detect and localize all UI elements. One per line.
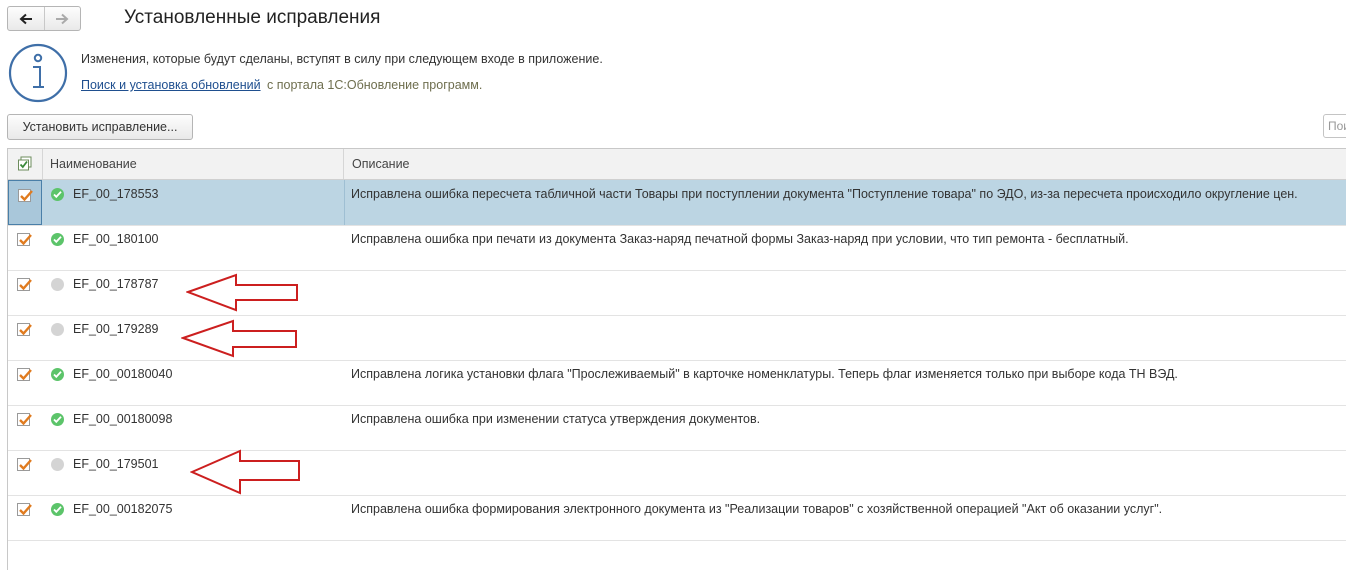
info-message: Изменения, которые будут сделаны, вступя…: [81, 52, 603, 66]
info-link-line: Поиск и установка обновлений с портала 1…: [81, 78, 482, 92]
table-row[interactable]: EF_00_00180098 Исправлена ошибка при изме…: [8, 405, 1346, 451]
table-row[interactable]: EF_00_00180040 Исправлена логика установк…: [8, 360, 1346, 406]
status-ok-icon: [51, 233, 64, 246]
checkmark-icon: [19, 324, 32, 336]
row-checkbox-cell: [8, 315, 42, 360]
row-checkbox[interactable]: [17, 368, 32, 381]
row-checkbox[interactable]: [17, 503, 32, 516]
row-checkbox[interactable]: [17, 458, 32, 471]
row-checkbox[interactable]: [17, 413, 32, 426]
row-checkbox-cell: [8, 405, 42, 450]
row-checkbox[interactable]: [17, 233, 32, 246]
row-checkbox-cell: [8, 495, 42, 540]
cell-separator: [344, 180, 345, 225]
status-inactive-icon: [51, 278, 64, 291]
row-checkbox-cell: [8, 360, 42, 405]
search-input[interactable]: Пои: [1323, 114, 1346, 138]
checkmark-icon: [20, 190, 33, 202]
checkmark-icon: [19, 504, 32, 516]
checkmark-icon: [19, 369, 32, 381]
info-icon: [8, 43, 68, 103]
table-header: Наименование Описание: [8, 149, 1346, 180]
fix-name: EF_00_00180098: [73, 412, 173, 426]
row-checkbox-cell: [8, 225, 42, 270]
forward-button[interactable]: [43, 7, 81, 30]
row-checkbox[interactable]: [17, 323, 32, 336]
fix-description: Исправлена логика установки флага "Просл…: [351, 367, 1178, 381]
fix-name: EF_00_00180040: [73, 367, 173, 381]
check-all-header[interactable]: [8, 149, 43, 179]
table-row[interactable]: EF_00_00182075 Исправлена ошибка формиров…: [8, 495, 1346, 541]
checkmark-icon: [19, 459, 32, 471]
status-ok-icon: [51, 368, 64, 381]
annotation-arrow-icon: [190, 449, 300, 495]
table-row[interactable]: EF_00_178553 Исправлена ошибка пересчета …: [8, 180, 1346, 226]
checkmark-icon: [19, 414, 32, 426]
fix-name: EF_00_179289: [73, 322, 159, 336]
search-updates-link[interactable]: Поиск и установка обновлений: [81, 78, 261, 92]
status-ok-icon: [51, 503, 64, 516]
fix-description: Исправлена ошибка формирования электронн…: [351, 502, 1163, 516]
status-inactive-icon: [51, 323, 64, 336]
status-ok-icon: [51, 188, 64, 201]
info-link-suffix: с портала 1С:Обновление программ.: [267, 78, 483, 92]
fix-name: EF_00_180100: [73, 232, 159, 246]
row-checkbox[interactable]: [18, 189, 33, 202]
row-checkbox[interactable]: [17, 278, 32, 291]
annotation-arrow-icon: [186, 273, 298, 312]
fix-description: Исправлена ошибка при печати из документ…: [351, 232, 1129, 246]
checkmark-icon: [19, 279, 32, 291]
status-ok-icon: [51, 413, 64, 426]
navigation-buttons: [7, 6, 81, 31]
status-inactive-icon: [51, 458, 64, 471]
column-header-description[interactable]: Описание: [344, 149, 410, 179]
fix-name: EF_00_178553: [73, 187, 159, 201]
table-row[interactable]: EF_00_180100 Исправлена ошибка при печати…: [8, 225, 1346, 271]
fix-name: EF_00_178787: [73, 277, 159, 291]
fix-description: Исправлена ошибка при изменении статуса …: [351, 412, 761, 426]
fix-description: Исправлена ошибка пересчета табличной ча…: [351, 187, 1298, 201]
checkmark-icon: [19, 234, 32, 246]
back-button[interactable]: [8, 7, 44, 30]
fix-name: EF_00_179501: [73, 457, 159, 471]
install-fix-button[interactable]: Установить исправление...: [7, 114, 193, 140]
page-title: Установленные исправления: [124, 7, 381, 28]
fix-name: EF_00_00182075: [73, 502, 173, 516]
check-all-icon: [18, 156, 32, 171]
row-checkbox-cell: [8, 180, 42, 225]
fixes-table: Наименование Описание EF_00_178553 Исправ…: [7, 148, 1346, 570]
arrow-right-icon: [56, 13, 69, 24]
row-checkbox-cell: [8, 450, 42, 495]
column-header-name[interactable]: Наименование: [42, 149, 344, 179]
row-checkbox-cell: [8, 270, 42, 315]
annotation-arrow-icon: [181, 319, 297, 358]
arrow-left-icon: [19, 13, 32, 24]
